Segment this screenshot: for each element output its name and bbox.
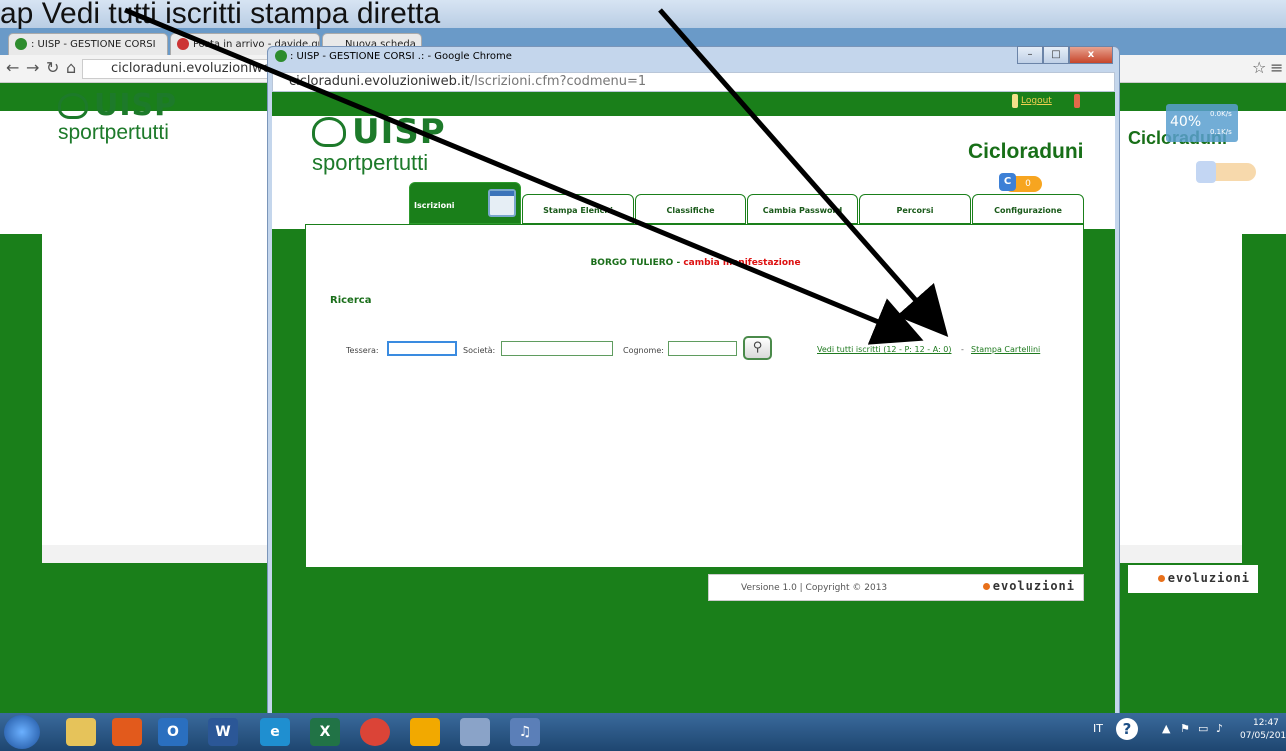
network-tool-icon[interactable]	[460, 718, 490, 746]
network-icon[interactable]: ▭	[1198, 722, 1208, 735]
media-player-icon[interactable]	[410, 718, 440, 746]
help-icon[interactable]: ?	[1116, 718, 1138, 740]
music-icon[interactable]: ♫	[510, 718, 540, 746]
volume-icon[interactable]: ♪	[1216, 722, 1223, 735]
media-icon[interactable]	[112, 718, 142, 746]
clock[interactable]: 12:4707/05/2015	[1240, 717, 1286, 743]
tray-arrow-icon[interactable]: ▲	[1162, 722, 1170, 735]
arrow-to-print	[658, 8, 949, 338]
start-button[interactable]	[4, 715, 40, 749]
annotation-arrows	[124, 7, 949, 345]
language-indicator[interactable]: IT	[1093, 722, 1103, 735]
excel-icon[interactable]: X	[310, 718, 340, 746]
word-icon[interactable]: W	[208, 718, 238, 746]
arrow-to-view-all	[124, 7, 924, 345]
outlook-icon[interactable]: O	[158, 718, 188, 746]
chrome-icon[interactable]	[360, 718, 390, 746]
flag-icon[interactable]: ⚑	[1180, 722, 1190, 735]
explorer-icon[interactable]	[66, 718, 96, 746]
ie-icon[interactable]: e	[260, 718, 290, 746]
